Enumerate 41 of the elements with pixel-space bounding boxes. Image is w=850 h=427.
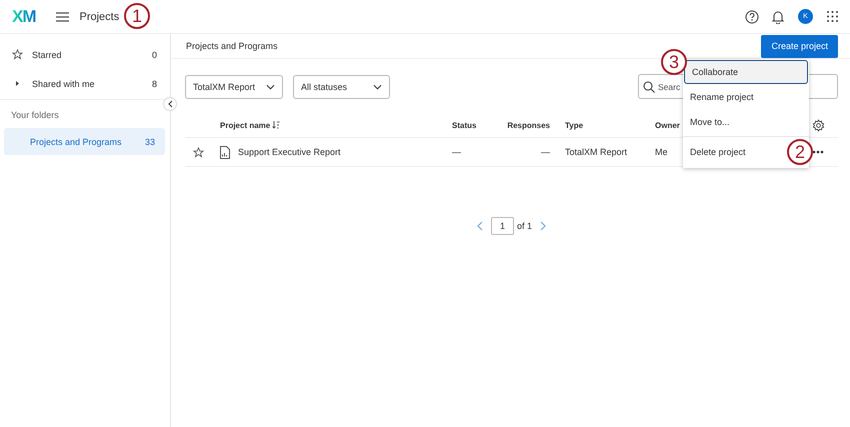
star-icon[interactable] (193, 146, 204, 158)
item-count: 0 (152, 50, 157, 60)
page-count: of 1 (517, 221, 532, 231)
column-header: Type (565, 120, 584, 130)
table-cell: Me (655, 147, 668, 157)
table-cell-text: — (541, 147, 551, 157)
step-callout: 3 (661, 49, 687, 75)
search-icon (643, 80, 655, 92)
column-header: Responses (507, 120, 551, 130)
document-icon (220, 146, 230, 158)
project-name-link[interactable]: Support Executive Report (238, 147, 341, 157)
app-grid-icon[interactable] (827, 11, 838, 22)
settings-icon[interactable] (812, 118, 825, 132)
breadcrumb: Projects and Programs (186, 41, 278, 51)
table-cell: — (452, 147, 461, 157)
notification-bell-icon[interactable] (772, 10, 784, 24)
column-header: Owner (655, 120, 680, 130)
sidebar-item[interactable]: Shared with me (32, 78, 152, 88)
item-count: 8 (152, 78, 157, 88)
chevron-down-icon (373, 84, 382, 90)
column-header[interactable]: Project name (220, 120, 280, 130)
chevron-down-icon (266, 84, 275, 90)
help-icon[interactable] (745, 10, 759, 24)
menu-icon[interactable] (56, 12, 68, 22)
table-cell: TotalXM Report (565, 147, 628, 157)
filter-dropdown[interactable]: TotalXM Report (185, 74, 283, 98)
filter-dropdown[interactable]: All statuses (293, 74, 390, 98)
column-header: Status (452, 120, 476, 130)
sidebar-item[interactable]: Starred (32, 50, 152, 60)
sort-icon[interactable] (272, 121, 280, 129)
chevron-left-icon[interactable] (167, 100, 173, 108)
more-options-icon[interactable] (812, 150, 824, 154)
folder-item[interactable]: Projects and Programs 33 (4, 128, 165, 155)
page-number-field[interactable]: 1 (490, 217, 514, 235)
star-icon[interactable] (12, 49, 23, 60)
menu-item[interactable]: Collaborate (684, 60, 808, 84)
step-callout: 1 (124, 3, 150, 29)
section-title: Your folders (10, 110, 60, 120)
page-title: Projects (80, 10, 120, 22)
create-project-button[interactable]: Create project (761, 34, 838, 58)
collapse-sidebar-button[interactable] (163, 97, 177, 111)
